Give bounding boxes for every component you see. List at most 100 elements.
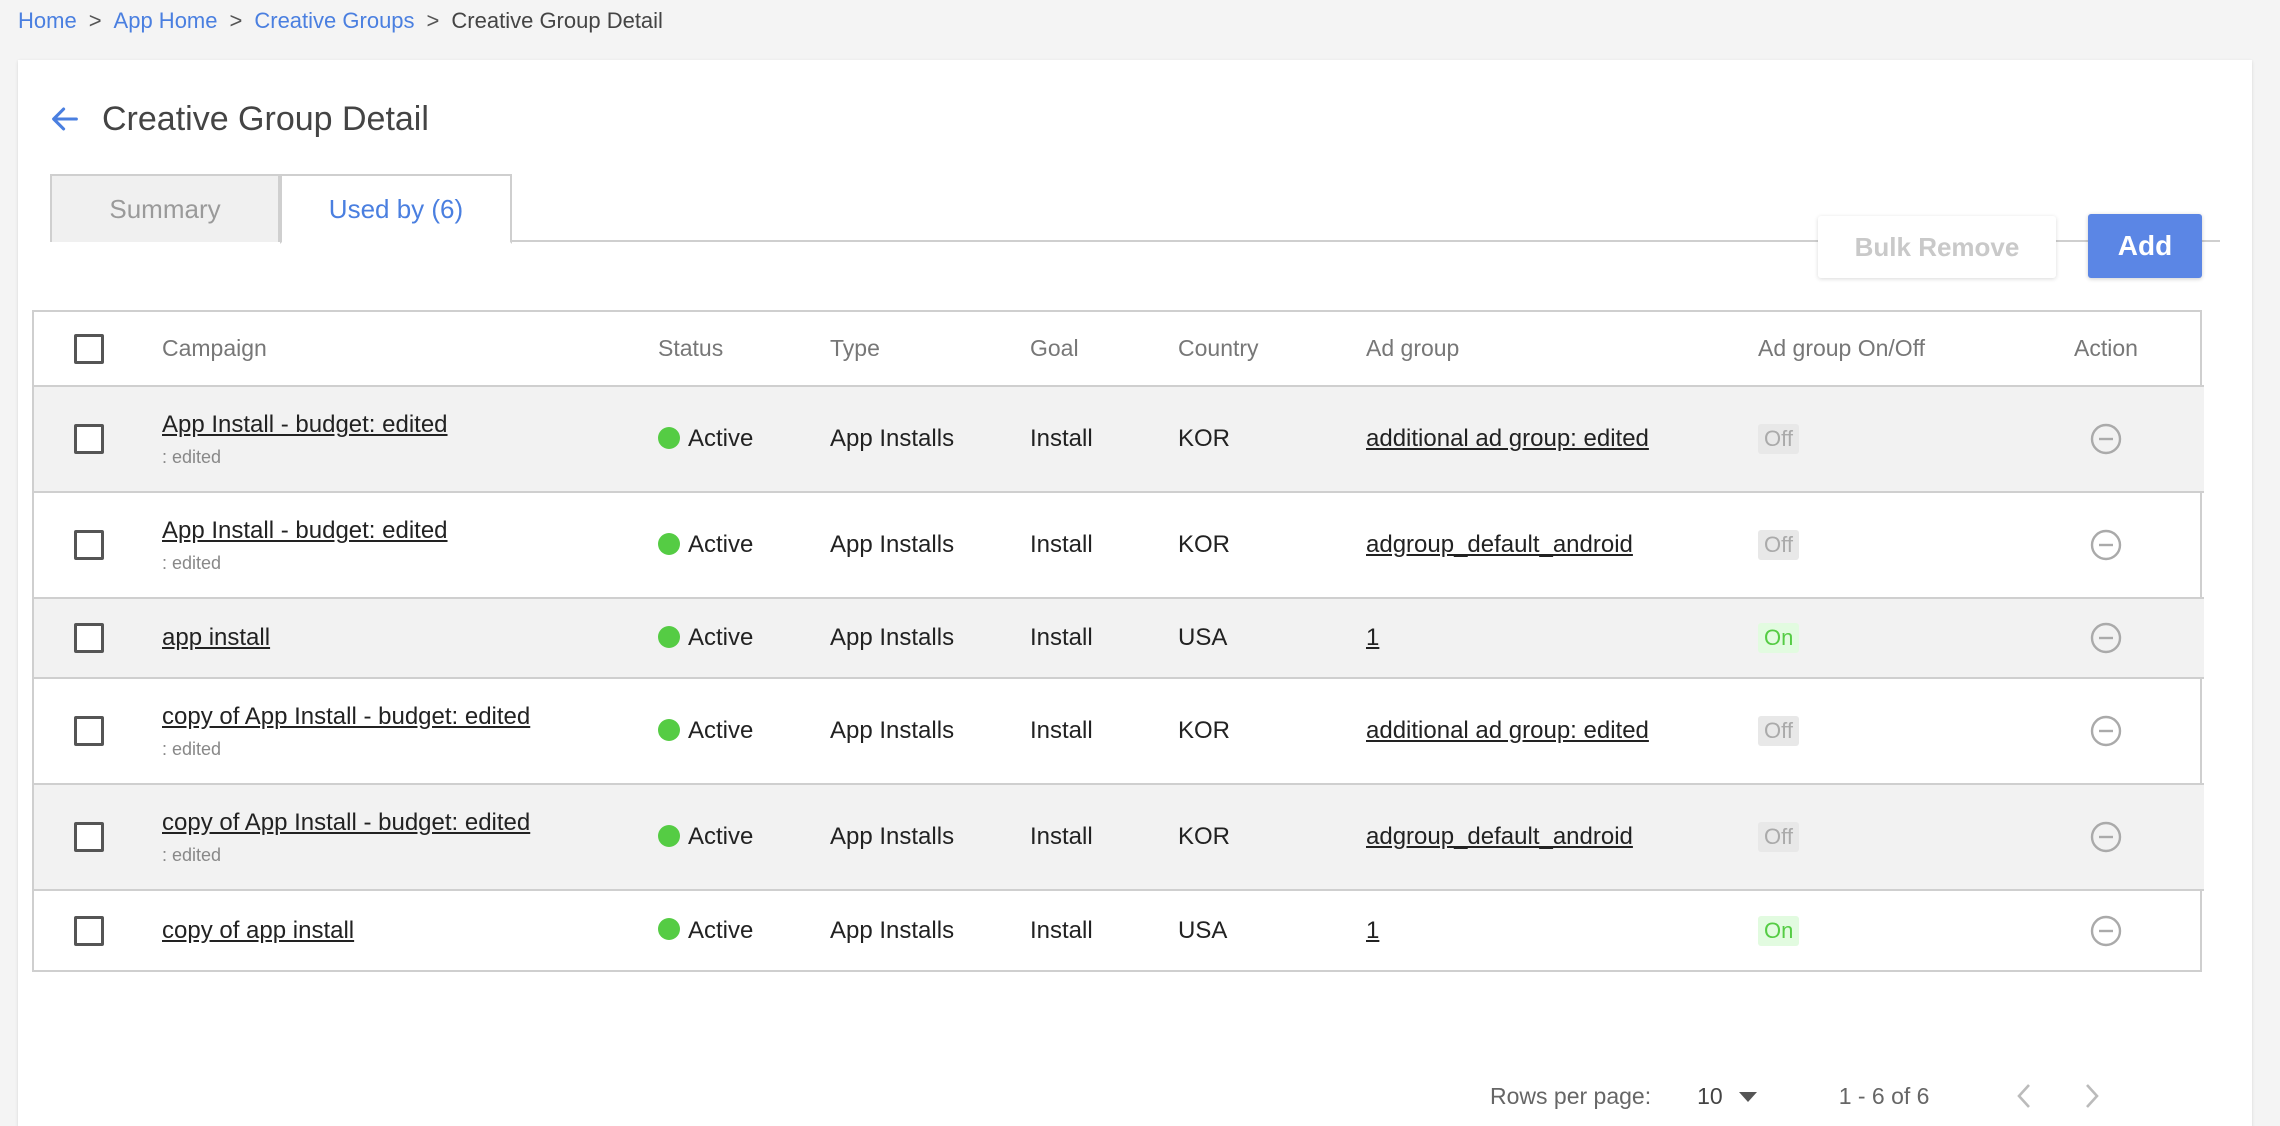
breadcrumb-creative-groups[interactable]: Creative Groups [254,8,414,34]
pagination: Rows per page: 10 1 - 6 of 6 [1490,1076,2151,1116]
rows-per-page-select[interactable]: 10 [1697,1083,1723,1110]
table-row: copy of App Install - budget: edited: ed… [34,678,2204,785]
campaign-link[interactable]: copy of App Install - budget: edited [162,809,658,837]
status-dot-icon [658,532,680,555]
table-row: copy of App Install - budget: edited : ed… [34,784,2204,891]
remove-circle-icon[interactable] [2089,528,2123,562]
campaign-link[interactable]: App Install - budget: edited [162,517,658,545]
header-campaign[interactable]: Campaign [162,312,658,387]
type-cell: App Installs [830,678,1030,785]
country-cell: USA [1178,916,1228,944]
campaign-link[interactable]: copy of App Install - budget: edited [162,703,658,731]
table-row: App Install - budget: edited : edited Acti… [34,492,2204,599]
campaign-subtitle: : edited [162,446,222,467]
header-ad-group-onoff[interactable]: Ad group On/Off [1758,312,2008,387]
breadcrumb-separator: > [229,8,243,33]
goal-cell: Install [1030,916,1093,944]
select-all-checkbox[interactable] [74,333,104,364]
status-text: Active [688,823,754,850]
header-type[interactable]: Type [830,312,1030,387]
ad-group-status-badge: On [1758,623,1800,653]
ad-group-status-badge: On [1758,915,1800,946]
goal-cell: Install [1030,678,1178,785]
goal-cell: Install [1030,492,1178,599]
campaign-subtitle: : edited [162,552,222,573]
breadcrumb: Home > App Home > Creative Groups > Crea… [18,6,663,36]
status-text: Active [688,624,754,651]
remove-circle-icon[interactable] [2089,422,2123,456]
breadcrumb-separator: > [88,8,102,33]
status-text: Active [688,531,754,558]
table-row: App Install - budget: edited : edited Acti… [34,386,2204,493]
goal-cell: Install [1030,598,1178,679]
country-cell: KOR [1178,386,1366,493]
header-goal[interactable]: Goal [1030,312,1178,387]
campaign-link[interactable]: app install [162,624,658,652]
country-cell: KOR [1178,492,1366,599]
row-checkbox[interactable] [74,424,104,454]
table-row: app install Active App Installs Install USA 1… [34,598,2204,679]
ad-group-link[interactable]: 1 [1366,624,1379,651]
type-cell: App Installs [830,598,1030,679]
used-by-table: Campaign Status Type Goal Country Ad gro… [32,310,2204,972]
campaign-subtitle: : edited [162,844,222,865]
ad-group-status-badge: Off [1758,424,1799,454]
type-cell: App Installs [830,784,1030,891]
type-cell: App Installs [830,916,955,944]
breadcrumb-home[interactable]: Home [18,8,77,34]
header-ad-group[interactable]: Ad group [1366,312,1758,387]
tab-summary[interactable]: Summary [50,174,280,242]
status-text: Active [688,717,754,744]
remove-circle-icon[interactable] [2089,820,2123,854]
page-title: Creative Group Detail [102,99,429,138]
status-text: Active [688,916,754,944]
status-text: Active [688,425,754,452]
row-checkbox[interactable] [74,716,104,746]
goal-cell: Install [1030,386,1178,493]
row-checkbox[interactable] [74,915,104,946]
campaign-link[interactable]: copy of app install [162,917,658,945]
status-dot-icon [658,918,680,941]
caret-down-icon[interactable] [1737,1083,1759,1110]
type-cell: App Installs [830,386,1030,493]
header-status[interactable]: Status [658,312,830,387]
bulk-remove-button[interactable]: Bulk Remove [1818,216,2056,278]
breadcrumb-current: Creative Group Detail [451,8,663,33]
remove-circle-icon[interactable] [2089,714,2123,748]
ad-group-link[interactable]: adgroup_default_android [1366,823,1633,850]
arrow-left-icon[interactable] [48,101,84,137]
page-range: 1 - 6 of 6 [1838,1082,1930,1109]
ad-group-link[interactable]: adgroup_default_android [1366,531,1633,558]
rows-per-page-label: Rows per page: [1490,1082,1652,1109]
row-checkbox[interactable] [74,530,104,560]
remove-circle-icon[interactable] [2089,914,2123,948]
row-checkbox[interactable] [74,623,104,653]
status-dot-icon [658,426,680,449]
row-checkbox[interactable] [74,822,104,852]
ad-group-link[interactable]: 1 [1366,917,1379,944]
status-dot-icon [658,625,680,648]
campaign-link[interactable]: App Install - budget: edited [162,411,658,439]
ad-group-status-badge: Off [1758,530,1799,560]
table-header-row: Campaign Status Type Goal Country Ad gro… [34,312,2204,387]
add-button[interactable]: Add [2088,214,2202,278]
breadcrumb-app-home[interactable]: App Home [114,8,218,34]
ad-group-status-badge: Off [1758,822,1799,852]
chevron-left-icon[interactable] [2015,1082,2033,1110]
country-cell: KOR [1178,784,1366,891]
country-cell: USA [1178,598,1366,679]
type-cell: App Installs [830,492,1030,599]
table-row: copy of app install Active App Installs Ins… [34,890,2204,970]
goal-cell: Install [1030,784,1178,891]
breadcrumb-separator: > [426,8,440,33]
header-country[interactable]: Country [1178,312,1366,387]
header-action: Action [2008,312,2204,387]
ad-group-link[interactable]: additional ad group: edited [1366,425,1649,452]
ad-group-status-badge: Off [1758,716,1799,746]
chevron-right-icon[interactable] [2083,1082,2101,1110]
status-dot-icon [658,718,680,741]
tab-used-by[interactable]: Used by (6) [280,174,512,244]
status-dot-icon [658,824,680,847]
remove-circle-icon[interactable] [2089,621,2123,655]
ad-group-link[interactable]: additional ad group: edited [1366,717,1649,744]
